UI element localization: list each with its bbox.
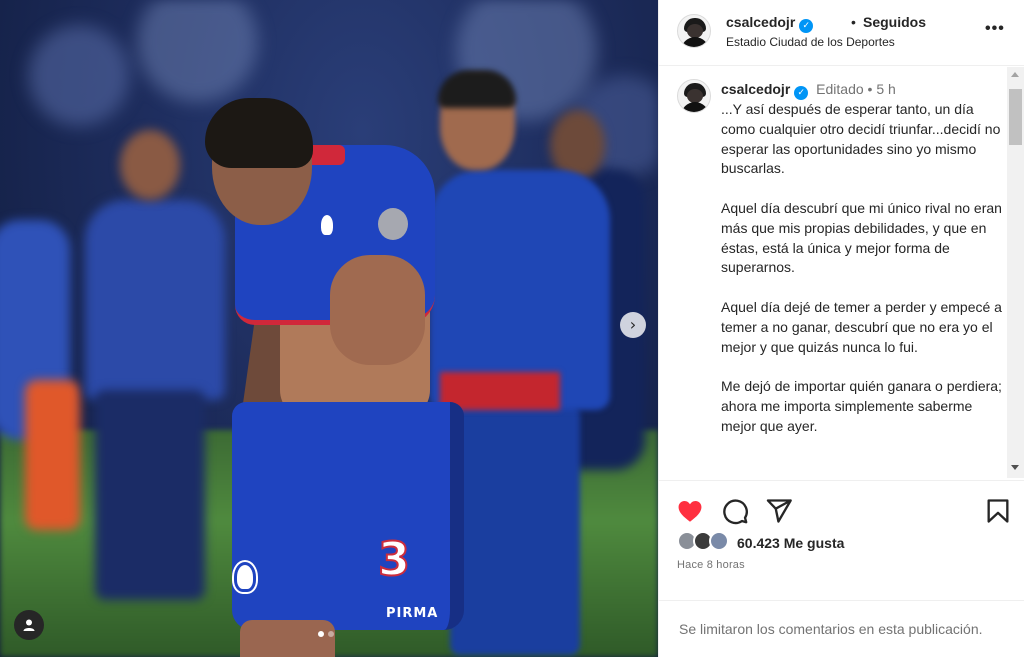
location-link[interactable]: Estadio Ciudad de los Deportes	[726, 35, 895, 49]
caption-scrollbar[interactable]	[1007, 67, 1024, 478]
scroll-down-arrow-icon[interactable]	[1011, 465, 1019, 470]
caption-meta: csalcedojr ✓ Editado • 5 h	[721, 81, 896, 100]
scroll-up-arrow-icon[interactable]	[1011, 72, 1019, 77]
caption-paragraph: Me dejó de importar quién ganara o perdi…	[721, 378, 1002, 434]
comments-section: Se limitaron los comentarios en esta pub…	[659, 600, 1024, 657]
carousel-dots	[318, 631, 334, 637]
post-side-panel: csalcedojr ✓ • Seguidos Estadio Ciudad de…	[658, 0, 1024, 657]
caption-paragraph: Aquel día dejé de temer a perder y empec…	[721, 298, 1002, 355]
post-actions: 60.423 Me gusta Hace 8 horas	[659, 480, 1024, 600]
tagged-users-button[interactable]	[14, 610, 44, 640]
caption-paragraph: ...Y así después de esperar tanto, un dí…	[721, 101, 1001, 177]
league-patch	[378, 208, 408, 240]
carousel-dot	[328, 631, 334, 637]
bookmark-icon	[987, 499, 1009, 523]
posted-time[interactable]: Hace 8 horas	[677, 559, 745, 571]
heart-filled-icon	[678, 500, 702, 522]
separator-dot: •	[867, 81, 873, 97]
chevron-right-icon: ›	[629, 315, 637, 334]
edited-label: Editado	[816, 81, 864, 97]
more-options-icon[interactable]: •••	[985, 20, 1005, 38]
caption-area: csalcedojr ✓ Editado • 5 h ...Y así despu…	[659, 67, 1024, 480]
likes-count[interactable]: 60.423 Me gusta	[737, 535, 844, 551]
kit-brand: PIRMA	[386, 606, 439, 621]
like-button[interactable]	[676, 497, 704, 525]
player-right-arm	[330, 255, 425, 365]
verified-badge-icon: ✓	[794, 86, 809, 100]
verified-badge-icon: ✓	[799, 19, 814, 33]
comment-button[interactable]	[721, 497, 749, 525]
comments-limited-notice: Se limitaron los comentarios en esta pub…	[679, 621, 983, 637]
caption-time[interactable]: 5 h	[876, 81, 895, 97]
caption-username-link[interactable]: csalcedojr	[721, 81, 790, 97]
scrollbar-thumb[interactable]	[1009, 89, 1022, 145]
player-shorts	[232, 402, 464, 630]
background-player-left	[85, 200, 225, 400]
comment-icon	[723, 499, 748, 525]
save-button[interactable]	[984, 497, 1012, 525]
carousel-dot	[318, 631, 324, 637]
user-tag-icon	[23, 619, 35, 631]
background-player-left-legs	[95, 390, 205, 600]
carousel-next-button[interactable]: ›	[620, 312, 646, 338]
club-crest-shorts	[234, 562, 256, 592]
liker-avatars[interactable]	[677, 531, 733, 553]
background-player-left-head	[120, 130, 180, 200]
caption-text: ...Y así después de esperar tanto, un dí…	[721, 100, 1003, 456]
post-header: csalcedojr ✓ • Seguidos Estadio Ciudad de…	[659, 0, 1024, 66]
background-staff-orange	[25, 380, 80, 530]
follow-status-button[interactable]: Seguidos	[863, 14, 926, 30]
post-media[interactable]: 3 PIRMA ›	[0, 0, 658, 657]
separator-dot: •	[851, 14, 856, 30]
author-username-link[interactable]: csalcedojr ✓	[726, 14, 814, 33]
jersey-number: 3	[377, 531, 411, 587]
author-username: csalcedojr	[726, 14, 796, 30]
background-coach-hair	[438, 70, 516, 108]
avatar[interactable]	[677, 14, 711, 48]
send-icon	[766, 499, 792, 523]
club-crest-shirt	[318, 212, 336, 238]
background-coach-legs	[450, 405, 580, 655]
player-leg	[240, 620, 335, 657]
avatar	[709, 531, 729, 551]
caption-paragraph: Aquel día descubrí que mi único rival no…	[721, 199, 1002, 276]
share-button[interactable]	[765, 497, 793, 525]
caption-avatar[interactable]	[677, 79, 711, 113]
